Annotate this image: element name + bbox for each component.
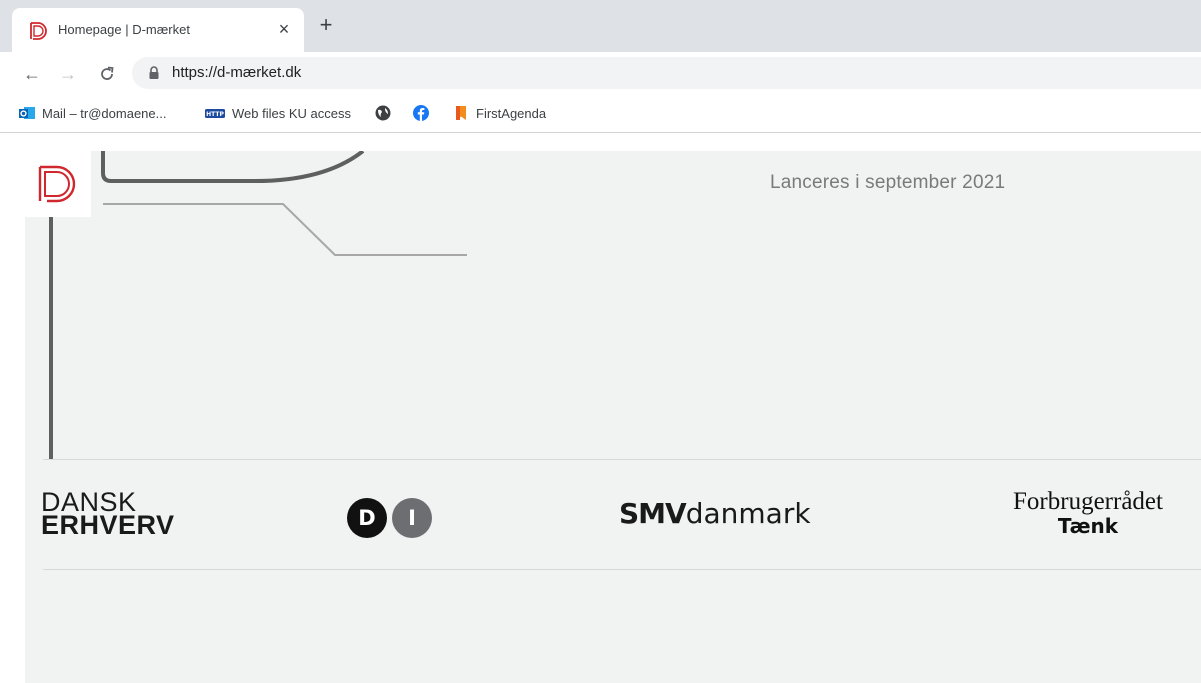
globe-icon [374, 104, 392, 122]
lock-icon [148, 66, 160, 80]
tab-title: Homepage | D-mærket [58, 22, 190, 37]
smv-regular-text: danmark [685, 497, 811, 530]
launch-tagline: Lanceres i september 2021 [770, 172, 1006, 193]
partner-logo-smvdanmark[interactable]: SMVdanmark [619, 497, 811, 530]
divider [43, 569, 1201, 570]
bookmark-globe[interactable] [374, 102, 398, 124]
bookmarks-bar: Mail – tr@domaene... HTTP Web files KU a… [0, 96, 1201, 133]
dansk-erhverv-line2: ERHVERV [41, 510, 175, 540]
http-icon: HTTP [204, 104, 226, 122]
smv-bold-text: SMV [619, 497, 687, 530]
bookmark-facebook[interactable] [412, 102, 436, 124]
new-tab-button[interactable]: + [314, 14, 338, 38]
bookmark-icon [452, 104, 470, 122]
reload-button[interactable] [95, 62, 119, 86]
partner-logo-forbrugerraadet-taenk[interactable]: Forbrugerrådet Tænk [1000, 488, 1176, 538]
tab-close-icon[interactable]: × [274, 19, 294, 39]
browser-tab[interactable]: Homepage | D-mærket × [12, 8, 304, 52]
d-maerket-logo-icon [38, 165, 76, 203]
site-logo[interactable] [25, 151, 91, 217]
page-content: Lanceres i september 2021 DANSK ERHVERV … [25, 151, 1201, 683]
di-letter-d: D [358, 506, 375, 530]
bookmark-web-files[interactable]: HTTP Web files KU access [204, 102, 351, 124]
di-letter-i: I [408, 506, 416, 530]
forward-button[interactable]: → [56, 62, 80, 86]
bookmark-label: FirstAgenda [476, 105, 547, 121]
svg-text:HTTP: HTTP [206, 111, 224, 118]
browser-toolbar: ← → https://d-mærket.dk [0, 52, 1201, 96]
forbrugerraadet-text: Forbrugerrådet [1013, 488, 1163, 515]
partner-logo-di[interactable]: D I [346, 497, 438, 544]
bookmark-firstagenda[interactable]: FirstAgenda [452, 102, 546, 124]
d-maerket-favicon-icon [28, 21, 48, 41]
divider [43, 459, 1201, 460]
back-button[interactable]: ← [20, 62, 44, 86]
taenk-text: Tænk [1057, 514, 1119, 538]
url-text: https://d-mærket.dk [172, 64, 302, 81]
partner-logo-dansk-erhverv[interactable]: DANSK ERHVERV [41, 489, 175, 540]
reload-icon [101, 66, 114, 80]
bookmark-mail[interactable]: Mail – tr@domaene... [18, 102, 166, 124]
bookmark-label: Mail – tr@domaene... [42, 105, 167, 121]
outlook-icon [18, 104, 36, 122]
decorative-lines [49, 151, 467, 459]
tab-strip: Homepage | D-mærket × + [0, 0, 1201, 52]
address-bar[interactable]: https://d-mærket.dk [132, 57, 1201, 89]
facebook-icon [412, 104, 430, 122]
bookmark-label: Web files KU access [232, 105, 351, 121]
